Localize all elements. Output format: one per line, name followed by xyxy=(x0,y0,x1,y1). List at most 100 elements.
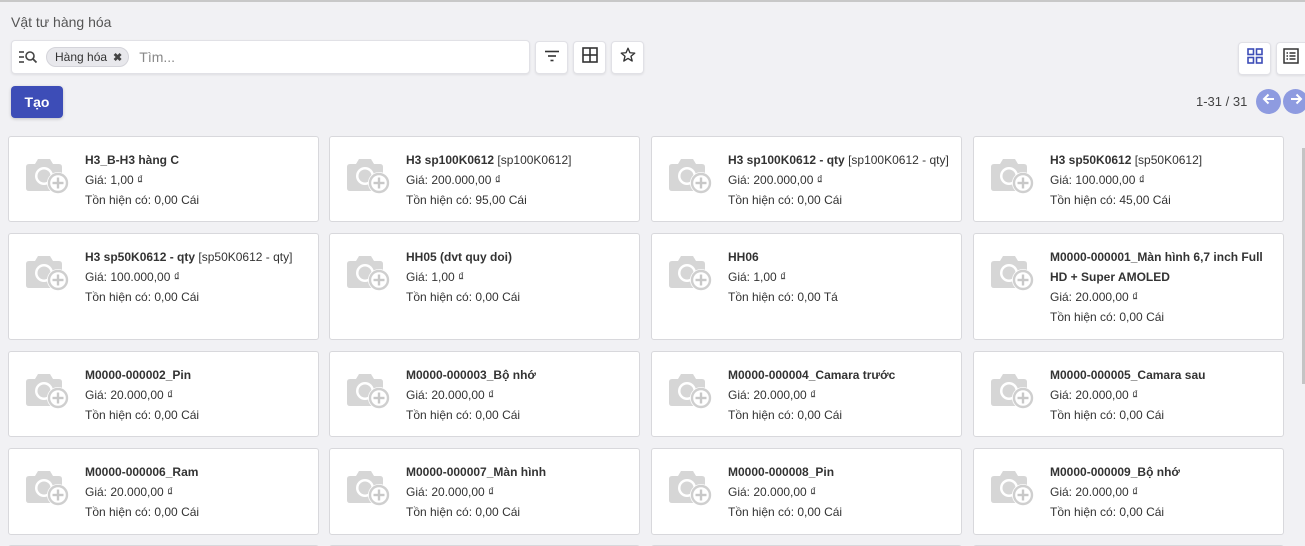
product-info: M0000-000007_Màn hình Giá: 20.000,00 ₫ T… xyxy=(406,462,631,522)
product-card[interactable]: M0000-000003_Bộ nhớ Giá: 20.000,00 ₫ Tồn… xyxy=(329,351,640,437)
search-input[interactable] xyxy=(139,49,440,65)
pager-previous-button[interactable] xyxy=(1256,89,1281,114)
pager-next-button[interactable] xyxy=(1283,89,1305,114)
product-stock: Tồn hiện có: 0,00 Cái xyxy=(728,193,843,207)
product-card[interactable]: M0000-000006_Ram Giá: 20.000,00 ₫ Tồn hi… xyxy=(8,448,319,535)
grid-icon xyxy=(581,47,598,68)
groupby-button[interactable] xyxy=(573,41,606,74)
product-price: Giá: 20.000,00 ₫ xyxy=(406,388,495,402)
camera-add-icon xyxy=(344,252,394,294)
product-stock: Tồn hiện có: 95,00 Cái xyxy=(406,193,527,207)
product-price: Giá: 20.000,00 ₫ xyxy=(1050,388,1139,402)
product-name-text: H3 sp50K0612 - qty xyxy=(85,250,196,264)
product-name: M0000-000001_Màn hình 6,7 inch Full HD +… xyxy=(1050,247,1275,287)
product-name: H3 sp100K0612 - qty [sp100K0612 - qty] xyxy=(728,150,953,170)
product-name: M0000-000002_Pin xyxy=(85,365,310,385)
product-stock: Tồn hiện có: 0,00 Cái xyxy=(406,408,521,422)
camera-add-icon xyxy=(344,155,394,197)
product-code: [sp100K0612 - qty] xyxy=(844,153,949,167)
product-name-text: HH05 (dvt quy doi) xyxy=(406,250,513,264)
product-card[interactable]: HH06 Giá: 1,00 ₫ Tồn hiện có: 0,00 Tá xyxy=(651,233,962,340)
product-name-text: M0000-000002_Pin xyxy=(85,368,192,382)
product-name: HH05 (dvt quy doi) xyxy=(406,247,631,267)
product-name: M0000-000008_Pin xyxy=(728,462,953,482)
product-info: M0000-000009_Bộ nhớ Giá: 20.000,00 ₫ Tồn… xyxy=(1050,462,1275,522)
product-price: Giá: 1,00 ₫ xyxy=(406,270,465,284)
product-name: H3 sp100K0612 [sp100K0612] xyxy=(406,150,631,170)
search-list-icon[interactable] xyxy=(12,41,44,73)
product-price: Giá: 20.000,00 ₫ xyxy=(1050,290,1139,304)
product-card[interactable]: H3 sp50K0612 - qty [sp50K0612 - qty] Giá… xyxy=(8,233,319,340)
product-card[interactable]: M0000-000004_Camara trước Giá: 20.000,00… xyxy=(651,351,962,437)
facet-remove-icon[interactable]: ✖ xyxy=(113,51,122,64)
product-name-text: M0000-000007_Màn hình xyxy=(406,465,547,479)
product-code: [sp50K0612] xyxy=(1131,153,1203,167)
product-stock: Tồn hiện có: 0,00 Cái xyxy=(85,193,200,207)
product-card[interactable]: M0000-000001_Màn hình 6,7 inch Full HD +… xyxy=(973,233,1284,340)
product-card[interactable]: H3_B-H3 hàng C Giá: 1,00 ₫ Tồn hiện có: … xyxy=(8,136,319,222)
camera-add-icon xyxy=(23,370,73,412)
kanban-view-button[interactable] xyxy=(1238,42,1271,75)
product-name-text: M0000-000001_Màn hình 6,7 inch Full HD +… xyxy=(1050,250,1263,284)
product-card[interactable]: M0000-000002_Pin Giá: 20.000,00 ₫ Tồn hi… xyxy=(8,351,319,437)
product-price: Giá: 200.000,00 ₫ xyxy=(728,173,823,187)
product-price: Giá: 20.000,00 ₫ xyxy=(85,388,174,402)
filter-button[interactable] xyxy=(535,41,568,74)
product-price: Giá: 100.000,00 ₫ xyxy=(85,270,180,284)
camera-add-icon xyxy=(988,467,1038,509)
camera-add-icon xyxy=(988,370,1038,412)
search-bar[interactable]: Hàng hóa ✖ xyxy=(11,40,530,74)
list-view-button[interactable] xyxy=(1276,42,1305,75)
product-card[interactable]: M0000-000008_Pin Giá: 20.000,00 ₫ Tồn hi… xyxy=(651,448,962,535)
product-stock: Tồn hiện có: 0,00 Cái xyxy=(728,408,843,422)
product-stock: Tồn hiện có: 0,00 Cái xyxy=(85,408,200,422)
product-stock: Tồn hiện có: 0,00 Cái xyxy=(1050,505,1165,519)
product-price: Giá: 20.000,00 ₫ xyxy=(406,485,495,499)
product-info: H3 sp50K0612 - qty [sp50K0612 - qty] Giá… xyxy=(85,247,310,307)
product-name: M0000-000007_Màn hình xyxy=(406,462,631,482)
product-card[interactable]: H3 sp100K0612 - qty [sp100K0612 - qty] G… xyxy=(651,136,962,222)
breadcrumb: Vật tư hàng hóa xyxy=(11,14,112,30)
product-name-text: M0000-000008_Pin xyxy=(728,465,835,479)
kanban-view-icon xyxy=(1246,48,1263,69)
product-info: M0000-000001_Màn hình 6,7 inch Full HD +… xyxy=(1050,247,1275,327)
create-button[interactable]: Tạo xyxy=(11,86,63,118)
product-info: H3_B-H3 hàng C Giá: 1,00 ₫ Tồn hiện có: … xyxy=(85,150,310,210)
product-info: M0000-000005_Camara sau Giá: 20.000,00 ₫… xyxy=(1050,365,1275,425)
product-name: M0000-000009_Bộ nhớ xyxy=(1050,462,1275,482)
product-name: H3_B-H3 hàng C xyxy=(85,150,310,170)
camera-add-icon xyxy=(23,467,73,509)
product-info: HH06 Giá: 1,00 ₫ Tồn hiện có: 0,00 Tá xyxy=(728,247,953,307)
camera-add-icon xyxy=(344,370,394,412)
favorite-button[interactable] xyxy=(611,41,644,74)
product-price: Giá: 1,00 ₫ xyxy=(85,173,144,187)
product-card[interactable]: H3 sp100K0612 [sp100K0612] Giá: 200.000,… xyxy=(329,136,640,222)
product-card[interactable]: M0000-000005_Camara sau Giá: 20.000,00 ₫… xyxy=(973,351,1284,437)
product-info: H3 sp100K0612 - qty [sp100K0612 - qty] G… xyxy=(728,150,953,210)
camera-add-icon xyxy=(988,155,1038,197)
pager-value[interactable]: 1-31 / 31 xyxy=(1196,94,1247,109)
product-name: H3 sp50K0612 - qty [sp50K0612 - qty] xyxy=(85,247,310,267)
filter-icon xyxy=(544,49,560,67)
product-card[interactable]: M0000-000009_Bộ nhớ Giá: 20.000,00 ₫ Tồn… xyxy=(973,448,1284,535)
product-price: Giá: 20.000,00 ₫ xyxy=(85,485,174,499)
product-card[interactable]: HH05 (dvt quy doi) Giá: 1,00 ₫ Tồn hiện … xyxy=(329,233,640,340)
camera-add-icon xyxy=(344,467,394,509)
product-info: M0000-000008_Pin Giá: 20.000,00 ₫ Tồn hi… xyxy=(728,462,953,522)
list-view-icon xyxy=(1283,48,1299,69)
product-stock: Tồn hiện có: 0,00 Cái xyxy=(406,505,521,519)
camera-add-icon xyxy=(666,155,716,197)
camera-add-icon xyxy=(23,155,73,197)
product-code: [sp50K0612 - qty] xyxy=(195,250,293,264)
product-info: M0000-000006_Ram Giá: 20.000,00 ₫ Tồn hi… xyxy=(85,462,310,522)
product-info: H3 sp50K0612 [sp50K0612] Giá: 100.000,00… xyxy=(1050,150,1275,210)
product-name-text: H3 sp100K0612 - qty xyxy=(728,153,845,167)
product-card[interactable]: H3 sp50K0612 [sp50K0612] Giá: 100.000,00… xyxy=(973,136,1284,222)
product-price: Giá: 1,00 ₫ xyxy=(728,270,787,284)
camera-add-icon xyxy=(666,252,716,294)
camera-add-icon xyxy=(988,252,1038,294)
product-stock: Tồn hiện có: 0,00 Cái xyxy=(728,505,843,519)
arrow-right-icon xyxy=(1289,92,1303,111)
product-name: HH06 xyxy=(728,247,953,267)
product-card[interactable]: M0000-000007_Màn hình Giá: 20.000,00 ₫ T… xyxy=(329,448,640,535)
